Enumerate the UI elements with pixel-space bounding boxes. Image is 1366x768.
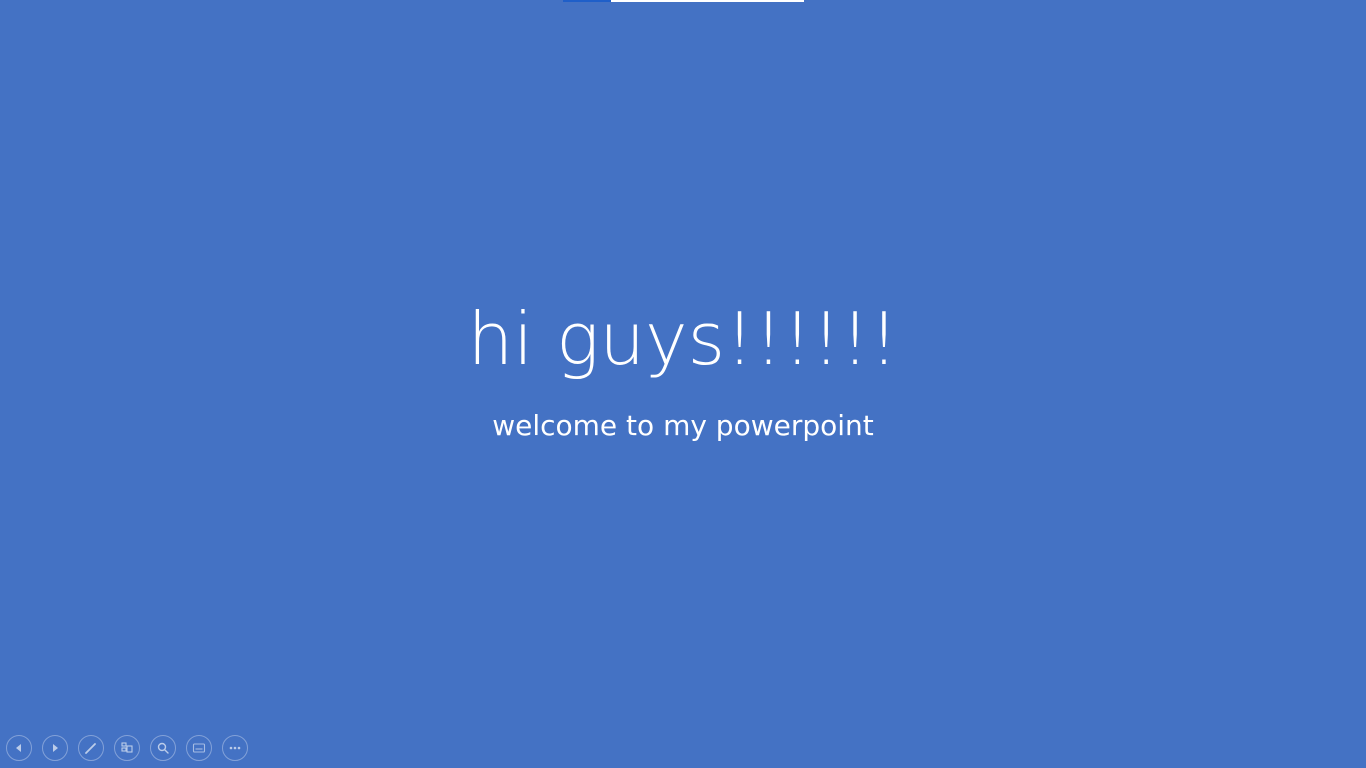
progress-fill — [563, 0, 612, 2]
magnifier-icon — [155, 740, 171, 756]
zoom-button[interactable] — [150, 735, 176, 761]
ellipsis-icon — [227, 740, 243, 756]
arrow-left-icon — [11, 740, 27, 756]
pen-icon — [83, 740, 99, 756]
see-all-slides-button[interactable] — [114, 735, 140, 761]
previous-slide-button[interactable] — [6, 735, 32, 761]
more-options-button[interactable] — [222, 735, 248, 761]
pen-button[interactable] — [78, 735, 104, 761]
slide-title: hi guys!!!!!! — [467, 297, 899, 381]
next-slide-button[interactable] — [42, 735, 68, 761]
subtitles-button[interactable] — [186, 735, 212, 761]
slideshow-controls — [6, 735, 248, 763]
slides-grid-icon — [119, 740, 135, 756]
slide[interactable]: hi guys!!!!!! welcome to my powerpoint — [0, 0, 1366, 768]
progress-bar — [563, 0, 804, 2]
arrow-right-icon — [47, 740, 63, 756]
slide-subtitle: welcome to my powerpoint — [492, 409, 874, 442]
subtitles-icon — [191, 740, 207, 756]
